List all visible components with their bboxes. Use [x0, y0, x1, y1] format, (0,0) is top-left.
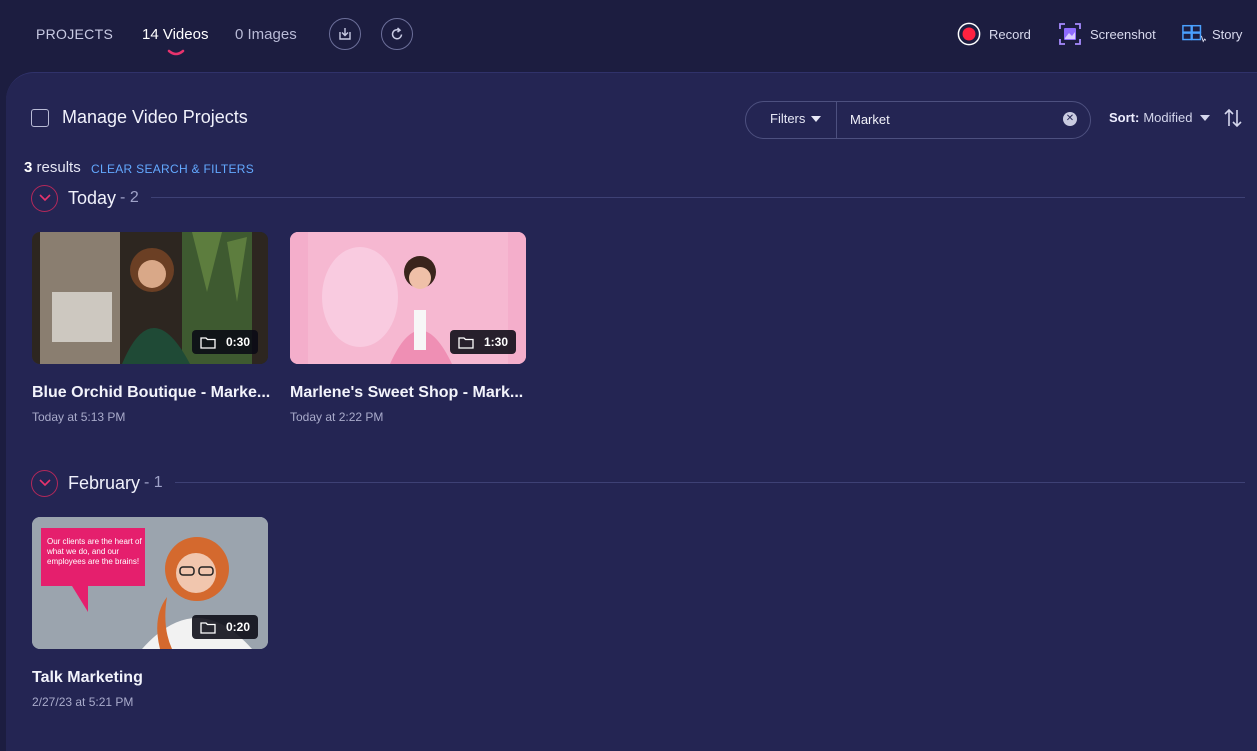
results-label: results	[36, 159, 81, 176]
duration-badge: 1:30	[449, 330, 516, 354]
sort-order-icon[interactable]	[1222, 107, 1244, 129]
record-button[interactable]: Record	[957, 18, 1031, 50]
chevron-down-icon	[38, 479, 51, 487]
collapse-group-button[interactable]	[31, 184, 58, 212]
nav-projects[interactable]: PROJECTS	[36, 26, 113, 42]
duration-badge: 0:30	[191, 330, 258, 354]
download-icon	[339, 28, 351, 40]
sort-label: Sort:	[1109, 110, 1140, 125]
video-title[interactable]: Talk Marketing	[32, 669, 268, 687]
video-title[interactable]: Blue Orchid Boutique - Marke...	[32, 384, 270, 402]
refresh-icon	[391, 27, 403, 40]
top-bar: PROJECTS 14 Videos 0 Images Record Scree…	[0, 0, 1257, 72]
caret-down-icon	[1200, 114, 1211, 121]
collapse-group-button[interactable]	[31, 469, 58, 497]
results-count: 3 results	[24, 159, 81, 176]
story-icon	[1182, 22, 1206, 46]
refresh-button[interactable]	[381, 18, 413, 50]
video-thumbnail[interactable]: Our clients are the heart of what we do,…	[32, 517, 268, 649]
record-icon	[957, 22, 981, 46]
results-number: 3	[24, 159, 33, 176]
video-card[interactable]: 1:30 Marlene's Sweet Shop - Mark... Toda…	[290, 232, 526, 424]
group-count: - 1	[144, 474, 163, 491]
group-title: Today	[68, 187, 117, 208]
sort-dropdown[interactable]: Sort: Modified	[1109, 110, 1211, 125]
duration: 1:30	[483, 335, 508, 349]
search-input[interactable]: Market	[850, 112, 890, 127]
story-label: Story	[1212, 26, 1243, 42]
sort-value: Modified	[1143, 110, 1193, 125]
caret-down-icon	[811, 115, 822, 122]
screenshot-icon	[1058, 22, 1082, 46]
folder-icon	[200, 621, 216, 634]
record-label: Record	[989, 26, 1031, 42]
chevron-down-icon	[38, 194, 51, 202]
quote-overlay-text: Our clients are the heart of what we do,…	[47, 537, 142, 566]
page-title: Manage Video Projects	[62, 107, 248, 127]
screenshot-button[interactable]: Screenshot	[1058, 18, 1156, 50]
tab-images[interactable]: 0 Images	[235, 26, 297, 43]
screenshot-label: Screenshot	[1090, 26, 1156, 42]
group-divider	[175, 482, 1245, 483]
folder-icon	[200, 336, 216, 349]
group-divider	[151, 197, 1245, 198]
duration: 0:30	[225, 335, 250, 349]
filters-label: Filters	[770, 111, 806, 126]
active-tab-indicator	[167, 49, 185, 56]
video-date: Today at 2:22 PM	[290, 410, 384, 424]
group-header-today: Today - 2	[31, 184, 139, 212]
video-thumbnail[interactable]: 1:30	[290, 232, 526, 364]
folder-icon	[458, 336, 474, 349]
group-count: - 2	[120, 189, 139, 206]
clear-search-icon[interactable]: ✕	[1063, 112, 1077, 126]
group-header-february: February - 1	[31, 469, 163, 497]
tab-videos[interactable]: 14 Videos	[142, 26, 208, 43]
video-date: 2/27/23 at 5:21 PM	[32, 695, 134, 709]
video-thumbnail[interactable]: 0:30	[32, 232, 268, 364]
filters-dropdown[interactable]: Filters	[770, 111, 822, 126]
duration-badge: 0:20	[191, 615, 258, 639]
divider	[836, 102, 837, 138]
video-title[interactable]: Marlene's Sweet Shop - Mark...	[290, 384, 526, 402]
duration: 0:20	[225, 620, 250, 634]
group-title: February	[68, 472, 141, 493]
import-button[interactable]	[329, 18, 361, 50]
clear-search-filters-link[interactable]: CLEAR SEARCH & FILTERS	[91, 162, 254, 176]
video-card[interactable]: 0:30 Blue Orchid Boutique - Marke... Tod…	[32, 232, 270, 424]
select-all-checkbox[interactable]	[31, 109, 49, 127]
video-card[interactable]: Our clients are the heart of what we do,…	[32, 517, 268, 709]
story-button[interactable]: Story	[1182, 18, 1242, 50]
video-date: Today at 5:13 PM	[32, 410, 126, 424]
